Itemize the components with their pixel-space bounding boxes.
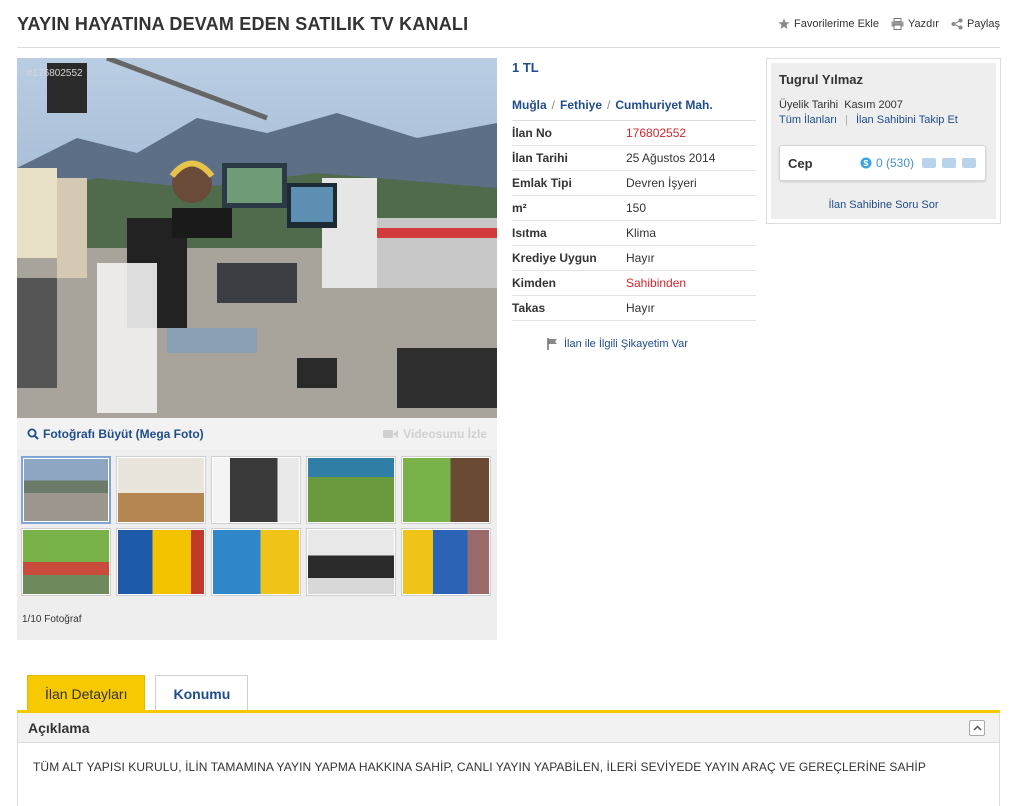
photo-tools: Fotoğrafı Büyüt (Mega Foto) Videosunu İz…	[17, 418, 497, 450]
tab-location[interactable]: Konumu	[155, 675, 249, 711]
membership-date: Kasım 2007	[844, 99, 903, 111]
description-panel: Açıklama TÜM ALT YAPISI KURULU, İLİN TAM…	[17, 713, 1000, 806]
video-label: Videosunu İzle	[403, 427, 487, 441]
listing-details: 1 TL Muğla / Fethiye / Cumhuriyet Mah. İlan …	[512, 58, 756, 350]
ask-seller-link[interactable]: İlan Sahibine Soru Sor	[771, 199, 996, 211]
info-row: Isıtma Klima	[512, 221, 756, 246]
info-value: Sahibinden	[626, 276, 687, 290]
info-row: Krediye Uygun Hayır	[512, 246, 756, 271]
watch-video-button[interactable]: Videosunu İzle	[383, 427, 487, 441]
info-label: İlan Tarihi	[512, 151, 568, 165]
skype-icon: S	[860, 157, 872, 169]
photo-count: 1/10 Fotoğraf	[22, 614, 82, 625]
thumbnail[interactable]	[116, 528, 206, 596]
flag-icon	[547, 338, 557, 350]
thumbnail[interactable]	[401, 456, 491, 524]
complaint-link[interactable]: İlan ile İlgili Şikayetim Var	[512, 338, 756, 350]
seller-name: Tugrul Yılmaz	[779, 72, 864, 87]
info-value: 176802552	[626, 126, 687, 140]
info-row: Emlak Tipi Devren İşyeri	[512, 171, 756, 196]
phone-mask-icons	[922, 158, 977, 168]
tab-bar: İlan Detayları Konumu	[27, 675, 249, 711]
location-city[interactable]: Muğla	[512, 98, 547, 112]
seller-membership: Üyelik Tarihi Kasım 2007	[779, 99, 988, 111]
thumbnail[interactable]	[401, 528, 491, 596]
thumbnail[interactable]	[21, 456, 111, 524]
favorite-label: Favorilerime Ekle	[794, 18, 879, 30]
info-label: Emlak Tipi	[512, 176, 572, 190]
info-value: Klima	[626, 226, 657, 240]
info-row: Takas Hayır	[512, 296, 756, 321]
info-label: Kimden	[512, 276, 557, 290]
svg-text:S: S	[863, 159, 869, 168]
description-text: TÜM ALT YAPISI KURULU, İLİN TAMAMINA YAY…	[33, 760, 926, 774]
info-label: Isıtma	[512, 226, 547, 240]
seller-links: Tüm İlanları | İlan Sahibini Takip Et	[779, 114, 988, 126]
info-label: m²	[512, 201, 527, 215]
price: 1 TL	[512, 60, 539, 75]
info-value: Hayır	[626, 251, 655, 265]
location-district[interactable]: Fethiye	[560, 98, 602, 112]
seller-card-inner: Tugrul Yılmaz Üyelik Tarihi Kasım 2007 T…	[771, 63, 996, 219]
thumbnail-grid	[21, 456, 493, 596]
complaint-label: İlan ile İlgili Şikayetim Var	[564, 338, 688, 350]
location-breadcrumb: Muğla / Fethiye / Cumhuriyet Mah.	[512, 98, 756, 121]
link-separator: |	[845, 114, 848, 126]
collapse-button[interactable]	[969, 719, 985, 736]
tab-listing-details[interactable]: İlan Detayları	[27, 675, 146, 711]
video-camera-icon	[383, 430, 399, 438]
phone-value-wrap: S 0 (530)	[860, 156, 914, 170]
phone-number: 0 (530)	[876, 156, 915, 170]
header-divider	[17, 47, 1000, 48]
thumbnail[interactable]	[211, 528, 301, 596]
main-photo[interactable]: #176802552	[17, 58, 497, 418]
print-button[interactable]: Yazdır	[891, 18, 939, 30]
info-row: İlan Tarihi 25 Ağustos 2014	[512, 146, 756, 171]
printer-icon	[891, 18, 904, 30]
share-label: Paylaş	[966, 18, 1000, 30]
info-label: İlan No	[512, 126, 553, 140]
info-row: m² 150	[512, 196, 756, 221]
location-neighborhood[interactable]: Cumhuriyet Mah.	[615, 98, 712, 112]
phone-label: Cep	[788, 155, 813, 171]
photo-gallery: #176802552 Fotoğrafı Büyüt (Mega Foto) V…	[17, 58, 497, 640]
seller-card: Tugrul Yılmaz Üyelik Tarihi Kasım 2007 T…	[766, 58, 1001, 224]
info-value: Devren İşyeri	[626, 176, 697, 190]
thumbnail[interactable]	[116, 456, 206, 524]
info-label: Krediye Uygun	[512, 251, 597, 265]
share-icon	[951, 18, 963, 30]
favorite-button[interactable]: Favorilerime Ekle	[778, 18, 879, 30]
info-row: İlan No 176802552	[512, 121, 756, 146]
chevron-up-icon	[972, 724, 982, 731]
thumbnail[interactable]	[211, 456, 301, 524]
description-title: Açıklama	[28, 719, 90, 736]
magnifier-icon	[27, 428, 39, 440]
share-button[interactable]: Paylaş	[951, 18, 1000, 30]
membership-label: Üyelik Tarihi	[779, 99, 839, 111]
enlarge-photo-button[interactable]: Fotoğrafı Büyüt (Mega Foto)	[27, 427, 204, 441]
thumbnail[interactable]	[21, 528, 111, 596]
info-value: Hayır	[626, 301, 655, 315]
description-header: Açıklama	[18, 713, 999, 743]
all-listings-link[interactable]: Tüm İlanları	[779, 114, 837, 126]
main-photo-image	[17, 58, 497, 418]
info-value: 150	[626, 201, 647, 215]
print-label: Yazdır	[907, 18, 939, 30]
photo-id: #176802552	[27, 68, 83, 79]
info-row: Kimden Sahibinden	[512, 271, 756, 296]
info-value: 25 Ağustos 2014	[626, 151, 716, 165]
star-icon	[778, 18, 790, 29]
thumbnail[interactable]	[306, 528, 396, 596]
page-title: YAYIN HAYATINA DEVAM EDEN SATILIK TV KAN…	[17, 14, 469, 34]
header-actions: Favorilerime Ekle Yazdır Paylaş	[778, 18, 1000, 30]
enlarge-label: Fotoğrafı Büyüt (Mega Foto)	[43, 427, 204, 441]
info-label: Takas	[512, 301, 546, 315]
thumbnail[interactable]	[306, 456, 396, 524]
phone-box[interactable]: Cep S 0 (530)	[779, 145, 986, 181]
follow-seller-link[interactable]: İlan Sahibini Takip Et	[856, 114, 958, 126]
info-table: İlan No 176802552 İlan Tarihi 25 Ağustos 20…	[512, 121, 756, 321]
